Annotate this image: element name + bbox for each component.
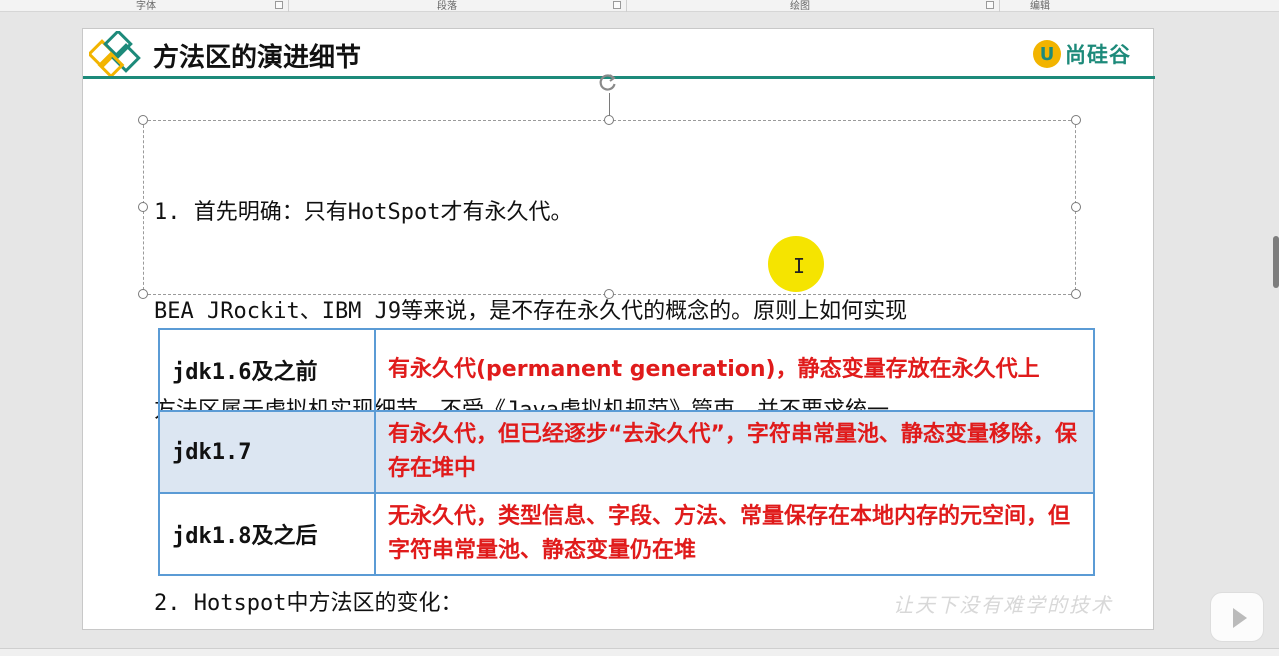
resize-handle-right[interactable]: [1071, 202, 1081, 212]
table-cell-description[interactable]: 无永久代，类型信息、字段、方法、常量保存在本地内存的元空间，但字符串常量池、静态…: [374, 492, 1095, 576]
text-line: 1. 首先明确：只有HotSpot才有永久代。: [154, 200, 573, 225]
brand-mark-icon: U: [1033, 40, 1061, 68]
paragraph-dialog-launcher-icon[interactable]: [613, 1, 621, 9]
ribbon-group-drawing[interactable]: 绘图: [790, 0, 810, 12]
header-divider: [83, 76, 1155, 79]
brand-logo: U 尚硅谷: [1033, 39, 1131, 69]
resize-handle-top-left[interactable]: [138, 115, 148, 125]
table-cell-version[interactable]: jdk1.7: [158, 410, 376, 494]
ribbon-divider: [999, 0, 1000, 12]
resize-handle-top[interactable]: [604, 115, 614, 125]
resize-handle-left[interactable]: [138, 202, 148, 212]
play-icon[interactable]: [1210, 592, 1264, 642]
slide-title[interactable]: 方法区的演进细节: [153, 37, 361, 74]
table-cell-description[interactable]: 有永久代，但已经逐步“去永久代”，字符串常量池、静态变量移除，保存在堆中: [374, 410, 1095, 494]
rotate-handle-icon[interactable]: [598, 72, 618, 92]
table-cell-description[interactable]: 有永久代(permanent generation)，静态变量存放在永久代上: [374, 328, 1095, 412]
vertical-scrollbar-thumb[interactable]: [1273, 236, 1279, 288]
ribbon-group-paragraph[interactable]: 段落: [437, 0, 457, 12]
diamond-logo-icon: [89, 31, 141, 79]
resize-handle-top-right[interactable]: [1071, 115, 1081, 125]
jdk-method-area-table: jdk1.6及之前 有永久代(permanent generation)，静态变…: [158, 328, 1095, 576]
brand-name: 尚硅谷: [1065, 43, 1131, 67]
watermark-text: 让天下没有难学的技术: [893, 593, 1113, 617]
table-cell-version[interactable]: jdk1.6及之前: [158, 328, 376, 412]
table-row: jdk1.8及之后 无永久代，类型信息、字段、方法、常量保存在本地内存的元空间，…: [158, 492, 1095, 576]
ribbon-group-font[interactable]: 字体: [136, 0, 156, 12]
text-line: BEA JRockit、IBM J9等来说，是不存在永久代的概念的。原则上如何实…: [154, 299, 908, 324]
table-row: jdk1.6及之前 有永久代(permanent generation)，静态变…: [158, 328, 1095, 412]
ribbon-divider: [288, 0, 289, 12]
ribbon-divider: [626, 0, 627, 12]
resize-handle-bottom-right[interactable]: [1071, 289, 1081, 299]
table-row: jdk1.7 有永久代，但已经逐步“去永久代”，字符串常量池、静态变量移除，保存…: [158, 410, 1095, 494]
text-cursor-icon: I: [793, 254, 806, 278]
table-cell-version[interactable]: jdk1.8及之后: [158, 492, 376, 576]
font-dialog-launcher-icon[interactable]: [275, 1, 283, 9]
drawing-dialog-launcher-icon[interactable]: [986, 1, 994, 9]
ribbon-group-strip: 字体 段落 绘图 编辑: [0, 0, 1279, 12]
resize-handle-bottom-left[interactable]: [138, 289, 148, 299]
status-bar: [0, 648, 1279, 656]
ribbon-group-editing[interactable]: 编辑: [1030, 0, 1050, 12]
text-line: 2. Hotspot中方法区的变化：: [154, 591, 463, 616]
